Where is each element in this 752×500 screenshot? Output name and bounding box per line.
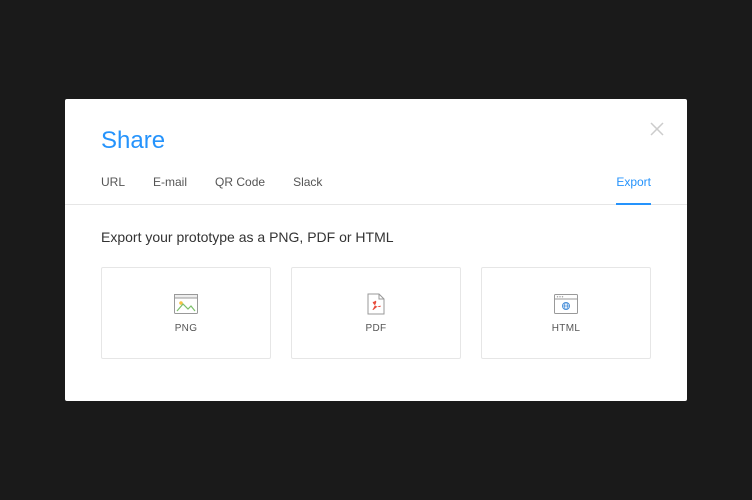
pdf-file-icon [364,293,388,315]
tab-email[interactable]: E-mail [153,175,187,204]
export-png-card[interactable]: PNG [101,267,271,359]
browser-window-icon [554,293,578,315]
export-pdf-card[interactable]: PDF [291,267,461,359]
html-label: HTML [552,323,580,334]
tab-bar: URL E-mail QR Code Slack Export [65,175,687,205]
share-modal: Share URL E-mail QR Code Slack Export Ex… [65,99,687,401]
export-options: PNG PDF [101,267,651,359]
tab-url[interactable]: URL [101,175,125,204]
close-button[interactable] [647,119,667,139]
close-icon [650,122,664,136]
tab-slack[interactable]: Slack [293,175,322,204]
modal-title: Share [101,127,651,155]
png-label: PNG [175,323,198,334]
export-html-card[interactable]: HTML [481,267,651,359]
pdf-label: PDF [366,323,387,334]
tab-qrcode[interactable]: QR Code [215,175,265,204]
image-file-icon [174,293,198,315]
tab-export[interactable]: Export [616,175,651,205]
export-description: Export your prototype as a PNG, PDF or H… [101,229,651,245]
